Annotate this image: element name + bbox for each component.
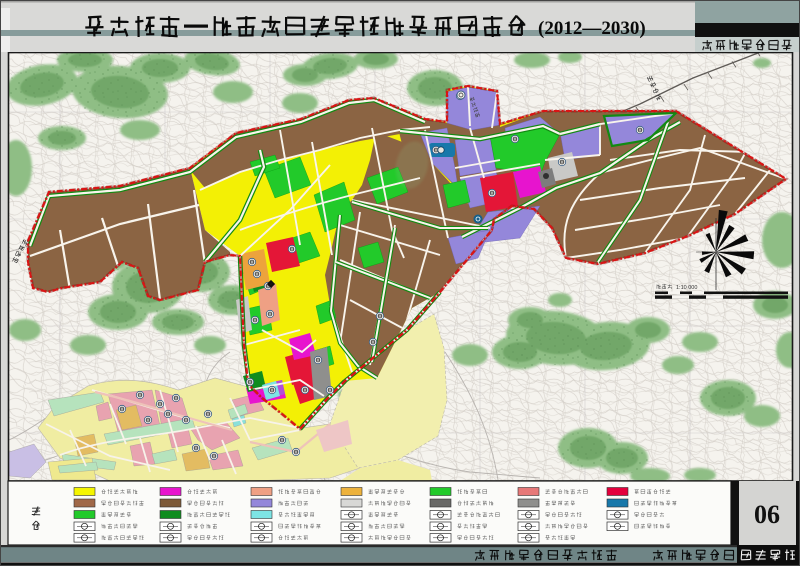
- svg-text:06: 06: [754, 500, 780, 529]
- svg-text:1:10 000: 1:10 000: [676, 285, 697, 291]
- svg-text:(2012—2030): (2012—2030): [538, 18, 646, 39]
